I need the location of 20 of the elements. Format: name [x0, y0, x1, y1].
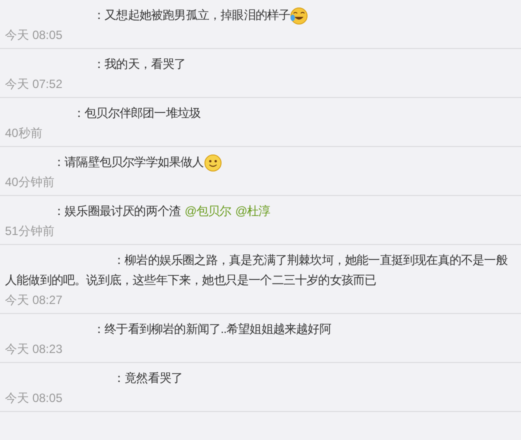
comment-time: 40分钟前 [5, 174, 54, 190]
comment-text: ：包贝尔伴郎团一堆垃圾 [72, 105, 202, 122]
comment-text: ：娱乐圈最讨厌的两个渣 @包贝尔 @杜淳 [52, 203, 272, 220]
comment-time: 今天 07:52 [5, 76, 62, 92]
comment-time: 今天 08:05 [5, 390, 62, 406]
smiley-icon [204, 154, 222, 172]
comment-text: ：柳岩的娱乐圈之路，真是充满了荆棘坎坷，她能一直挺到现在真的不是一般人能做到的吧。说到底，这些年下来，她也只是一个二三十岁的女孩而已 [5, 252, 508, 289]
comment-time: 今天 08:27 [5, 292, 62, 308]
comment-time: 51分钟前 [5, 223, 54, 239]
comment-text: ：竟然看哭了 [112, 370, 184, 387]
comment-text: ：终于看到柳岩的新闻了..希望姐姐越来越好阿 [92, 321, 332, 338]
laughing-tears-icon [290, 6, 308, 25]
comment-text: ：又想起她被跑男孤立，掉眼泪的样子 [5, 5, 516, 25]
comment-text: ：请隔壁包贝尔学学如果做人 [5, 152, 516, 172]
comment-text: ：我的天，看哭了 [92, 56, 187, 73]
comment-time: 今天 08:05 [5, 27, 62, 43]
mention-link[interactable]: @包贝尔 [184, 204, 232, 218]
comment-time: 今天 08:23 [5, 341, 62, 357]
comment-time: 40秒前 [5, 125, 42, 141]
mention-link[interactable]: @杜淳 [235, 204, 270, 218]
